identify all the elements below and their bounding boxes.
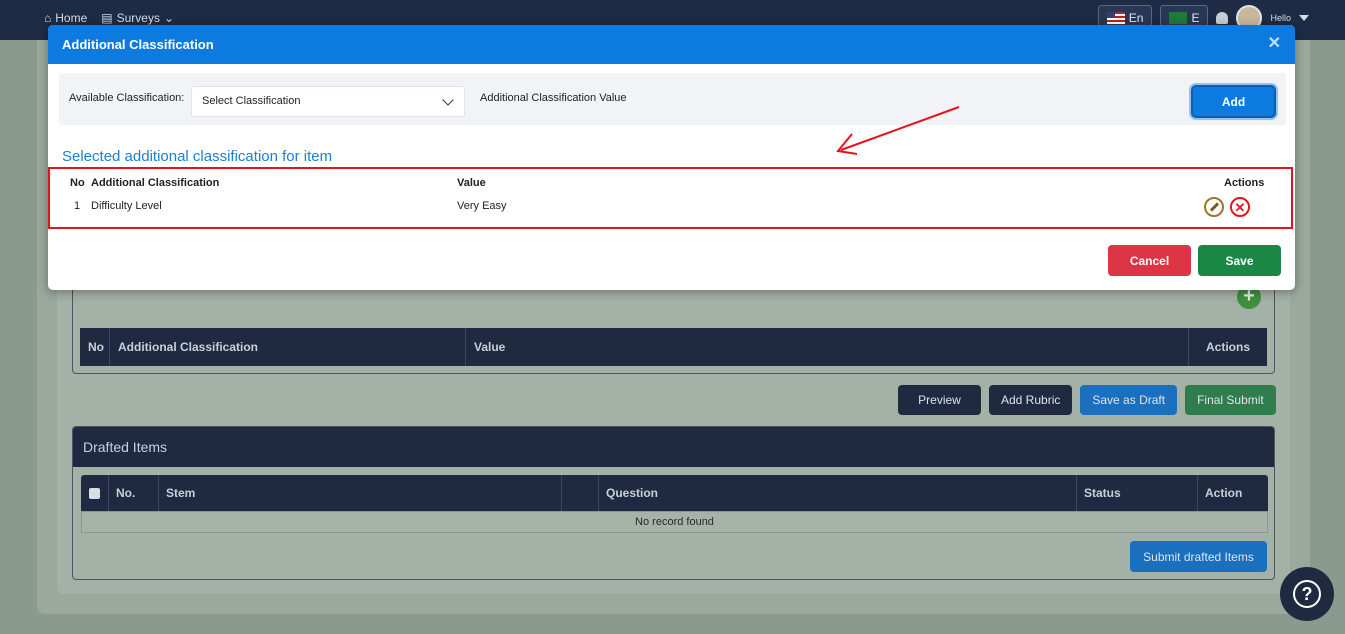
col-stem: Stem [159, 475, 562, 511]
col-no: No. [109, 475, 159, 511]
submit-drafted-button[interactable]: Submit drafted Items [1130, 541, 1267, 572]
col-classification: Additional Classification [110, 328, 466, 366]
main-nav: ⌂ Home ▤ Surveys ⌄ [44, 11, 174, 25]
cancel-button[interactable]: Cancel [1108, 245, 1191, 276]
final-submit-button[interactable]: Final Submit [1185, 385, 1276, 415]
help-button[interactable]: ? [1280, 567, 1334, 621]
row-classification: Difficulty Level [91, 200, 162, 212]
col-no: No [80, 328, 110, 366]
edit-icon[interactable] [1204, 197, 1224, 217]
drafted-items-table: No. Stem Question Status Action No recor… [81, 475, 1268, 533]
col-action: Action [1205, 486, 1243, 500]
col-question: Question [599, 475, 1077, 511]
save-draft-button[interactable]: Save as Draft [1080, 385, 1178, 415]
additional-classification-modal: Additional Classification ✕ Available Cl… [48, 25, 1295, 290]
drafted-table-header: No. Stem Question Status Action [81, 475, 1268, 511]
classification-table-header: No Additional Classification Value Actio… [80, 328, 1267, 366]
modal-title: Additional Classification [62, 37, 214, 52]
col-value: Value [457, 177, 486, 189]
drafted-items-title: Drafted Items [73, 427, 1274, 467]
col-actions: Actions [1224, 177, 1265, 189]
modal-header: Additional Classification ✕ [48, 25, 1295, 64]
col-no: No [70, 177, 85, 189]
add-rubric-button[interactable]: Add Rubric [989, 385, 1073, 415]
home-icon: ⌂ [44, 11, 52, 25]
help-icon: ? [1293, 580, 1321, 608]
classification-filter-row: Available Classification: Select Classif… [59, 73, 1286, 125]
nav-surveys[interactable]: ▤ Surveys ⌄ [101, 11, 174, 25]
available-classification-label: Available Classification: [69, 92, 185, 104]
classification-select[interactable]: Select Classification [191, 86, 465, 117]
col-status: Status [1077, 475, 1198, 511]
surveys-icon: ▤ [101, 11, 113, 25]
chevron-down-icon: ⌄ [163, 11, 175, 25]
sa-flag-icon [1169, 12, 1188, 24]
user-menu-caret-icon[interactable] [1299, 15, 1309, 21]
col-classification: Additional Classification [91, 177, 220, 189]
col-actions: Actions [1205, 340, 1250, 354]
bell-icon[interactable] [1216, 12, 1229, 24]
delete-icon[interactable]: ✕ [1230, 197, 1250, 217]
classification-select-value: Select Classification [202, 95, 301, 107]
col-blank [562, 475, 599, 511]
nav-home[interactable]: ⌂ Home [44, 11, 87, 25]
selected-classification-title: Selected additional classification for i… [62, 148, 333, 165]
chevron-down-icon [442, 94, 454, 106]
close-icon[interactable]: ✕ [1268, 36, 1281, 52]
selected-classification-table: No Additional Classification Value Actio… [48, 167, 1293, 229]
row-value: Very Easy [457, 200, 507, 212]
col-value: Value [466, 328, 1189, 366]
user-greeting: Hello [1270, 12, 1291, 23]
drafted-items-panel: Drafted Items No. Stem Question Status A… [72, 426, 1275, 580]
add-button[interactable]: Add [1191, 85, 1276, 118]
form-action-buttons: Preview Add Rubric Save as Draft Final S… [898, 385, 1276, 415]
classification-value-label: Additional Classification Value [480, 92, 627, 104]
us-flag-icon [1106, 12, 1125, 24]
select-all-checkbox[interactable] [81, 475, 109, 511]
save-button[interactable]: Save [1198, 245, 1281, 276]
preview-button[interactable]: Preview [898, 385, 981, 415]
checkbox-icon [89, 487, 100, 499]
row-no: 1 [74, 200, 81, 212]
empty-row: No record found [81, 511, 1268, 533]
